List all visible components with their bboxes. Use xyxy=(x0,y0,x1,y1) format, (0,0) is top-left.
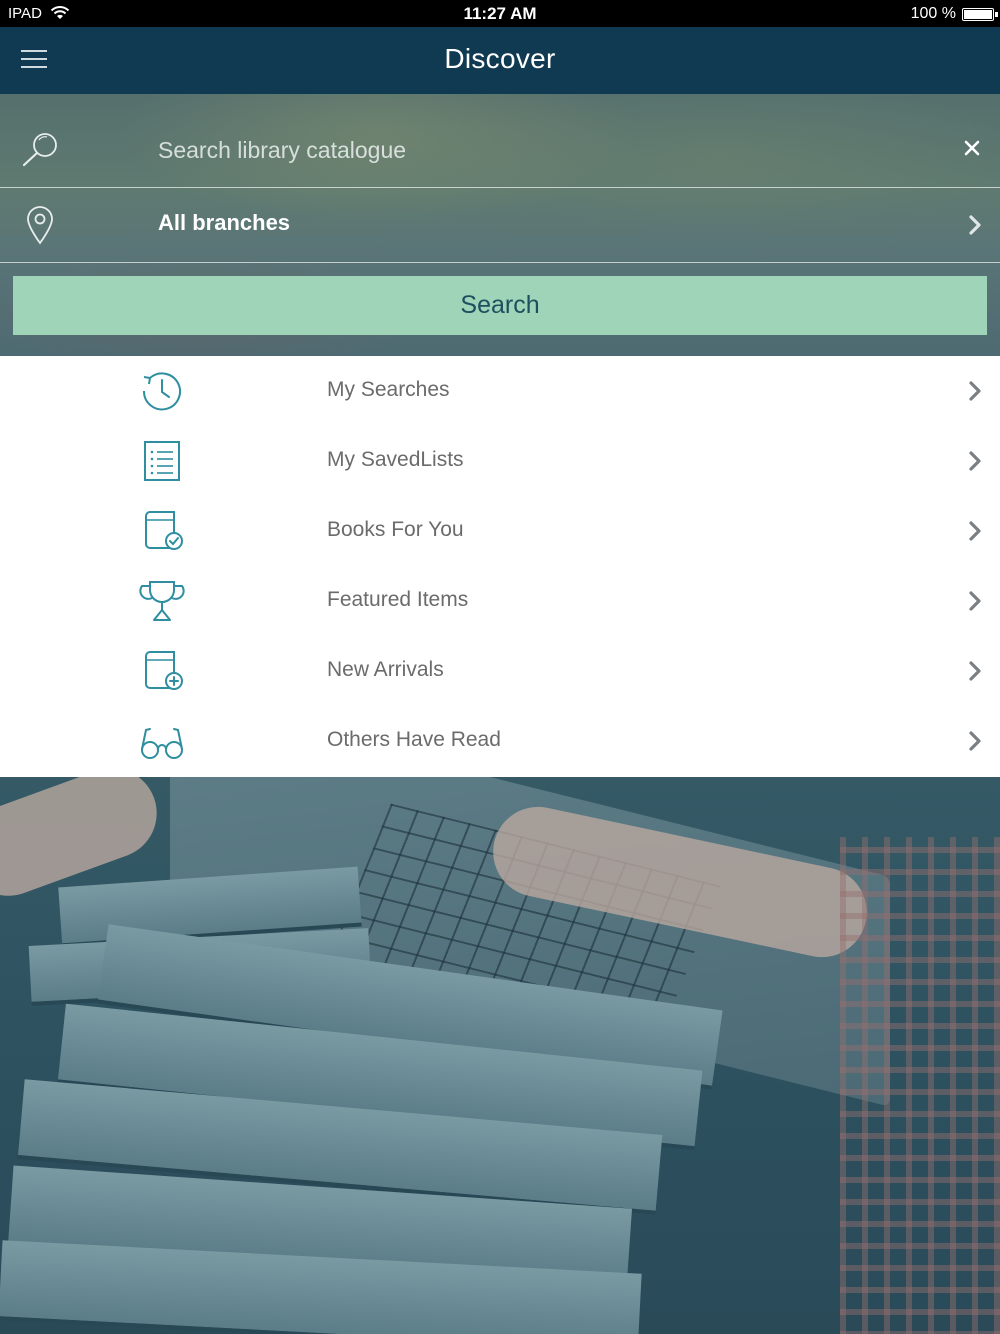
chevron-right-icon xyxy=(969,731,981,751)
chevron-right-icon xyxy=(969,591,981,611)
book-check-icon xyxy=(145,511,183,550)
plaid-cloth-illustration xyxy=(840,837,1000,1334)
branch-selector[interactable]: All branches xyxy=(0,188,1000,263)
branch-label: All branches xyxy=(158,210,291,235)
battery-fill xyxy=(964,10,992,19)
discover-screen: IPAD 11:27 AM 100 % Discover Search libr… xyxy=(0,0,1000,1334)
chevron-right-icon xyxy=(969,451,981,471)
menu-item-others-have-read[interactable]: Others Have Read xyxy=(0,706,1000,776)
close-icon[interactable] xyxy=(962,138,982,158)
menu-item-label: Featured Items xyxy=(327,588,469,611)
clock: 11:27 AM xyxy=(463,4,537,23)
menu-item-label: Books For You xyxy=(327,518,464,541)
menu-item-new-arrivals[interactable]: New Arrivals xyxy=(0,636,1000,706)
chevron-right-icon xyxy=(969,381,981,401)
location-pin-icon xyxy=(27,206,53,245)
discover-menu-list: My Searches My SavedLists Books For You … xyxy=(0,356,1000,777)
glasses-icon xyxy=(141,728,183,759)
trophy-icon xyxy=(139,581,185,621)
menu-item-label: New Arrivals xyxy=(327,658,444,681)
search-row xyxy=(0,94,1000,188)
background-photo xyxy=(0,777,1000,1334)
battery-percentage: 100 % xyxy=(910,5,956,22)
page-title: Discover xyxy=(444,43,556,74)
menu-item-label: My SavedLists xyxy=(327,448,464,471)
menu-item-my-savedlists[interactable]: My SavedLists xyxy=(0,426,1000,496)
history-clock-icon xyxy=(142,372,181,411)
navigation-bar: Discover xyxy=(0,27,1000,94)
menu-item-featured-items[interactable]: Featured Items xyxy=(0,566,1000,636)
menu-item-label: My Searches xyxy=(327,378,450,401)
battery-icon xyxy=(962,8,998,21)
menu-item-label: Others Have Read xyxy=(327,728,501,751)
list-document-icon xyxy=(144,441,180,481)
status-bar: IPAD 11:27 AM 100 % xyxy=(0,0,1000,27)
chevron-right-icon xyxy=(969,215,981,235)
search-input[interactable] xyxy=(158,132,918,168)
chevron-right-icon xyxy=(969,661,981,681)
book-plus-icon xyxy=(145,651,183,690)
chevron-right-icon xyxy=(969,521,981,541)
menu-item-books-for-you[interactable]: Books For You xyxy=(0,496,1000,566)
search-button[interactable]: Search xyxy=(13,276,987,335)
menu-item-my-searches[interactable]: My Searches xyxy=(0,356,1000,426)
magnifier-icon xyxy=(22,133,57,167)
search-panel: All branches Search xyxy=(0,94,1000,356)
